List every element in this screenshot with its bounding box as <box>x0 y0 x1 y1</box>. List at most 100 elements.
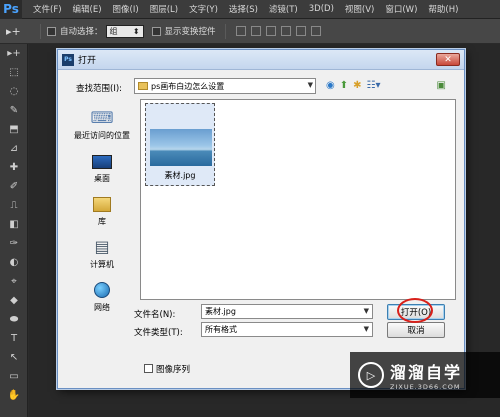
file-name-label: 文件名(N): <box>134 310 176 320</box>
align-right-icon[interactable] <box>310 26 321 36</box>
file-name-input[interactable]: 素材.jpg ▼ <box>201 304 373 319</box>
file-name-value: 素材.jpg <box>205 307 236 316</box>
shape-tool-icon[interactable]: ▭ <box>0 367 28 386</box>
place-desktop[interactable]: 桌面 <box>66 143 138 186</box>
menu-select[interactable]: 选择(S) <box>229 3 258 15</box>
place-recent[interactable]: ⌨ 最近访问的位置 <box>66 100 138 143</box>
view-menu-icon[interactable]: ☷▾ <box>367 80 381 91</box>
desktop-icon <box>92 155 112 169</box>
image-sequence-checkbox[interactable] <box>144 364 153 373</box>
place-label: 桌面 <box>94 174 110 183</box>
watermark-brand: 溜溜自学 <box>390 363 463 382</box>
move-tool-icon[interactable]: ▸+ <box>6 25 34 38</box>
brush-tool-icon[interactable]: ✐ <box>0 177 28 196</box>
file-name: 素材.jpg <box>164 171 196 180</box>
places-bar: ⌨ 最近访问的位置 桌面 库 ▤ 计算机 网络 <box>66 100 138 316</box>
cancel-button[interactable]: 取消 <box>387 322 445 338</box>
image-sequence-label: 图像序列 <box>156 365 191 375</box>
tools-panel: ▸+ ⬚ ◌ ✎ ⬒ ⊿ ✚ ✐ ⎍ ◧ ✑ ◐ ⌖ ◆ ⬬ T ↖ ▭ ✋ <box>0 44 28 417</box>
menu-layer[interactable]: 图层(L) <box>150 3 178 15</box>
recent-places-icon: ⌨ <box>90 108 114 127</box>
preview-icon[interactable]: ▣ <box>437 80 446 91</box>
crop-tool-icon[interactable]: ⬒ <box>0 120 28 139</box>
menubar: Ps 文件(F) 编辑(E) 图像(I) 图层(L) 文字(Y) 选择(S) 滤… <box>0 0 500 19</box>
navigation-toolbar: ◉ ⬆ ✱ ☷▾ <box>326 80 381 91</box>
chevron-down-icon: ▼ <box>307 81 313 89</box>
blur-tool-icon[interactable]: ⌖ <box>0 272 28 291</box>
eyedropper-tool-icon[interactable]: ⊿ <box>0 139 28 158</box>
separator <box>40 23 41 39</box>
look-in-label: 查找范围(I): <box>76 84 123 94</box>
auto-select-value: 组 <box>109 26 118 36</box>
menu-file[interactable]: 文件(F) <box>33 3 62 15</box>
file-list: 素材.jpg <box>140 99 456 300</box>
align-left-icon[interactable] <box>280 26 291 36</box>
watermark: ▷ 溜溜自学 ZIXUE.3D66.COM <box>350 352 500 398</box>
look-in-value: ps画布白边怎么设置 <box>151 81 225 91</box>
move-tool-icon[interactable]: ▸+ <box>0 44 28 63</box>
history-brush-tool-icon[interactable]: ◧ <box>0 215 28 234</box>
up-folder-icon[interactable]: ⬆ <box>340 80 348 91</box>
marquee-tool-icon[interactable]: ⬚ <box>0 63 28 82</box>
separator <box>224 23 226 39</box>
pen-tool-icon[interactable]: ⬬ <box>0 310 28 329</box>
chevron-down-icon: ⬍ <box>132 26 140 36</box>
type-tool-icon[interactable]: T <box>0 329 28 348</box>
menu-edit[interactable]: 编辑(E) <box>73 3 102 15</box>
place-network[interactable]: 网络 <box>66 272 138 315</box>
place-label: 网络 <box>94 303 110 312</box>
lasso-tool-icon[interactable]: ◌ <box>0 82 28 101</box>
auto-select-label: 自动选择： <box>60 27 103 37</box>
watermark-url: ZIXUE.3D66.COM <box>390 383 461 391</box>
folder-icon <box>138 82 148 90</box>
eraser-tool-icon[interactable]: ✑ <box>0 234 28 253</box>
hand-tool-icon[interactable]: ✋ <box>0 386 28 405</box>
menu-view[interactable]: 视图(V) <box>345 3 374 15</box>
menu-image[interactable]: 图像(I) <box>113 3 139 15</box>
play-logo-icon: ▷ <box>358 362 384 388</box>
options-bar: ▸+ 自动选择： 组 ⬍ 显示变换控件 <box>0 19 500 44</box>
file-item[interactable]: 素材.jpg <box>145 103 215 186</box>
place-library[interactable]: 库 <box>66 186 138 229</box>
dodge-tool-icon[interactable]: ◆ <box>0 291 28 310</box>
auto-select-checkbox[interactable] <box>47 26 56 36</box>
align-buttons <box>235 26 321 36</box>
file-type-value: 所有格式 <box>205 325 237 334</box>
photoshop-logo: Ps <box>0 0 22 19</box>
back-icon[interactable]: ◉ <box>326 80 335 91</box>
menu-window[interactable]: 窗口(W) <box>385 3 417 15</box>
open-file-dialog: Ps 打开 ✕ 查找范围(I): ps画布白边怎么设置 ▼ ◉ ⬆ ✱ ☷▾ ▣… <box>57 49 465 389</box>
align-bottom-icon[interactable] <box>265 26 276 36</box>
auto-select-dropdown[interactable]: 组 ⬍ <box>105 24 144 38</box>
library-icon <box>93 197 111 212</box>
show-transform-checkbox[interactable] <box>151 26 161 36</box>
close-button[interactable]: ✕ <box>436 53 460 66</box>
gradient-tool-icon[interactable]: ◐ <box>0 253 28 272</box>
dialog-title: 打开 <box>78 56 97 66</box>
place-label: 库 <box>98 217 106 226</box>
watermark-text: 溜溜自学 ZIXUE.3D66.COM <box>390 359 462 391</box>
place-label: 计算机 <box>90 260 114 269</box>
highlight-circle <box>397 298 433 323</box>
path-select-tool-icon[interactable]: ↖ <box>0 348 28 367</box>
menu-3d[interactable]: 3D(D) <box>309 4 334 14</box>
align-middle-icon[interactable] <box>250 26 261 36</box>
menu-help[interactable]: 帮助(H) <box>428 3 458 15</box>
healing-tool-icon[interactable]: ✚ <box>0 158 28 177</box>
quick-select-tool-icon[interactable]: ✎ <box>0 101 28 120</box>
align-center-icon[interactable] <box>295 26 306 36</box>
menu-filter[interactable]: 滤镜(T) <box>269 3 298 15</box>
place-computer[interactable]: ▤ 计算机 <box>66 229 138 272</box>
dialog-titlebar: Ps 打开 <box>58 50 464 70</box>
chevron-down-icon: ▼ <box>363 325 369 333</box>
new-folder-icon[interactable]: ✱ <box>353 80 361 91</box>
place-label: 最近访问的位置 <box>74 131 130 140</box>
file-type-dropdown[interactable]: 所有格式 ▼ <box>201 322 373 337</box>
stamp-tool-icon[interactable]: ⎍ <box>0 196 28 215</box>
align-top-icon[interactable] <box>235 26 246 36</box>
menu-type[interactable]: 文字(Y) <box>189 3 218 15</box>
look-in-dropdown[interactable]: ps画布白边怎么设置 ▼ <box>134 78 316 94</box>
chevron-down-icon[interactable]: ▼ <box>364 307 369 315</box>
network-icon <box>94 282 110 298</box>
computer-icon: ▤ <box>94 237 110 256</box>
